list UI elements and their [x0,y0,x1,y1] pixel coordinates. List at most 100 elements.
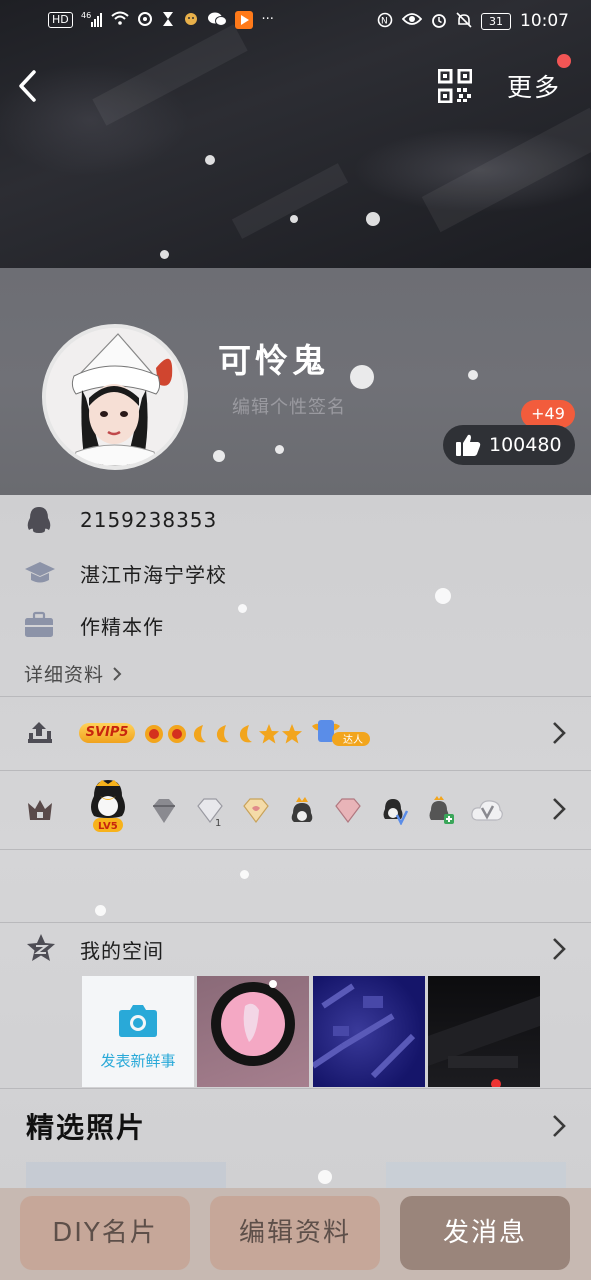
snow-particle [468,370,478,380]
qr-code-button[interactable] [437,68,473,104]
like-count: 100480 [489,434,562,456]
avatar[interactable] [42,324,188,470]
chevron-right-icon [553,938,566,960]
camera-icon [119,1005,157,1037]
wifi-icon [111,11,129,29]
video-app-icon [234,11,253,29]
pink-diamond-icon [335,798,361,823]
featured-photos-title: 精选照片 [26,1111,147,1144]
penguin-level-icon: LV5 [91,780,125,832]
snow-particle [435,588,451,604]
silver-diamond-icon: 1 [197,798,223,826]
crown-icon [28,800,52,820]
sun-icon [145,725,163,743]
qr-code-icon [437,68,473,104]
qq-number: 2159238353 [80,508,218,532]
dark-diamond-icon [153,799,175,823]
divider [0,922,591,923]
moon-icon [239,725,252,743]
chevron-right-icon [553,722,566,744]
divider [0,1088,591,1089]
network-type-label: 46 [81,11,91,20]
battery-icon: 31 [481,12,511,30]
svg-text:N: N [381,17,388,27]
diamond-count: 1 [215,818,221,826]
job-row: 作精本作 [24,609,163,641]
nickname: 可怜鬼 [218,341,329,380]
chevron-left-icon [19,70,36,102]
daren-label: 达人 [343,734,363,746]
snow-particle [205,155,215,165]
snow-particle [366,212,380,226]
divider [0,770,591,771]
more-dots-icon: ··· [261,12,274,27]
featured-photo-thumbnail[interactable] [26,1162,226,1188]
divider [0,849,591,850]
qq-number-row: 2159238353 [24,504,216,536]
like-button[interactable]: 100480 [443,425,575,465]
gold-diamond-icon [243,798,269,823]
lv-label: LV5 [98,821,118,832]
details-label: 详细资料 [24,664,105,686]
snow-particle [213,450,225,462]
featured-photo-thumbnail[interactable] [386,1162,566,1188]
daren-badge: 达人 [310,718,372,748]
snow-particle [238,604,247,613]
details-link[interactable]: 详细资料 [24,660,122,687]
signal-icon: 46 [81,11,103,29]
chevron-right-icon [553,1115,566,1137]
briefcase-icon [25,611,53,637]
svip-badge: SVIP5 [79,723,135,743]
app-icon [183,11,199,29]
snow-particle [160,250,169,259]
thumbs-up-icon [456,434,481,456]
post-new-feed-label: 发表新鲜事 [100,1052,176,1070]
school-row: 湛江市海宁学校 [24,557,226,589]
crown-penguin-icon [291,797,313,822]
snow-particle [275,445,284,454]
send-message-button[interactable]: 发消息 [400,1196,570,1270]
edit-profile-button[interactable]: 编辑资料 [210,1196,380,1270]
chevron-right-icon [553,798,566,820]
sync-icon [137,11,153,29]
nfc-icon: N [377,12,393,30]
penguin-icon [27,507,51,533]
level-up-icon [28,722,52,743]
moon-icon [193,725,206,743]
snow-particle [95,905,106,916]
star-icon [282,724,302,744]
sun-icon [168,725,186,743]
divider [0,696,591,697]
like-increment-badge: +49 [521,400,575,428]
penguin-v-icon [383,799,409,825]
qzone-star-icon [27,934,55,961]
space-photo-thumbnail[interactable] [197,976,309,1087]
status-time: 10:07 [520,11,569,31]
penguin-plus-icon [429,796,454,824]
moon-icon [216,725,229,743]
post-new-feed-button[interactable]: 发表新鲜事 [82,976,194,1087]
wechat-icon [207,11,227,29]
hourglass-icon [161,11,175,29]
signature-field[interactable]: 编辑个性签名 [232,393,346,419]
mute-icon [456,12,472,30]
chevron-right-icon [113,666,122,681]
space-photo-thumbnail[interactable] [428,976,540,1087]
snow-particle [290,215,298,223]
status-bar: HD 46 ··· N 31 10:07 [0,0,591,44]
snow-particle [240,870,249,879]
my-space-title: 我的空间 [80,939,164,963]
school-name: 湛江市海宁学校 [80,562,227,587]
star-icon [259,724,279,744]
hd-icon: HD [48,12,73,28]
eye-icon [401,12,423,30]
snow-particle [350,365,374,389]
alarm-icon [431,12,447,30]
diy-card-button[interactable]: DIY名片 [20,1196,190,1270]
notification-dot [557,54,571,68]
job-title: 作精本作 [80,614,164,639]
space-photo-thumbnail[interactable] [313,976,425,1087]
cloud-v-icon [471,800,503,821]
back-button[interactable] [12,66,48,106]
more-button[interactable]: 更多 [507,68,561,104]
